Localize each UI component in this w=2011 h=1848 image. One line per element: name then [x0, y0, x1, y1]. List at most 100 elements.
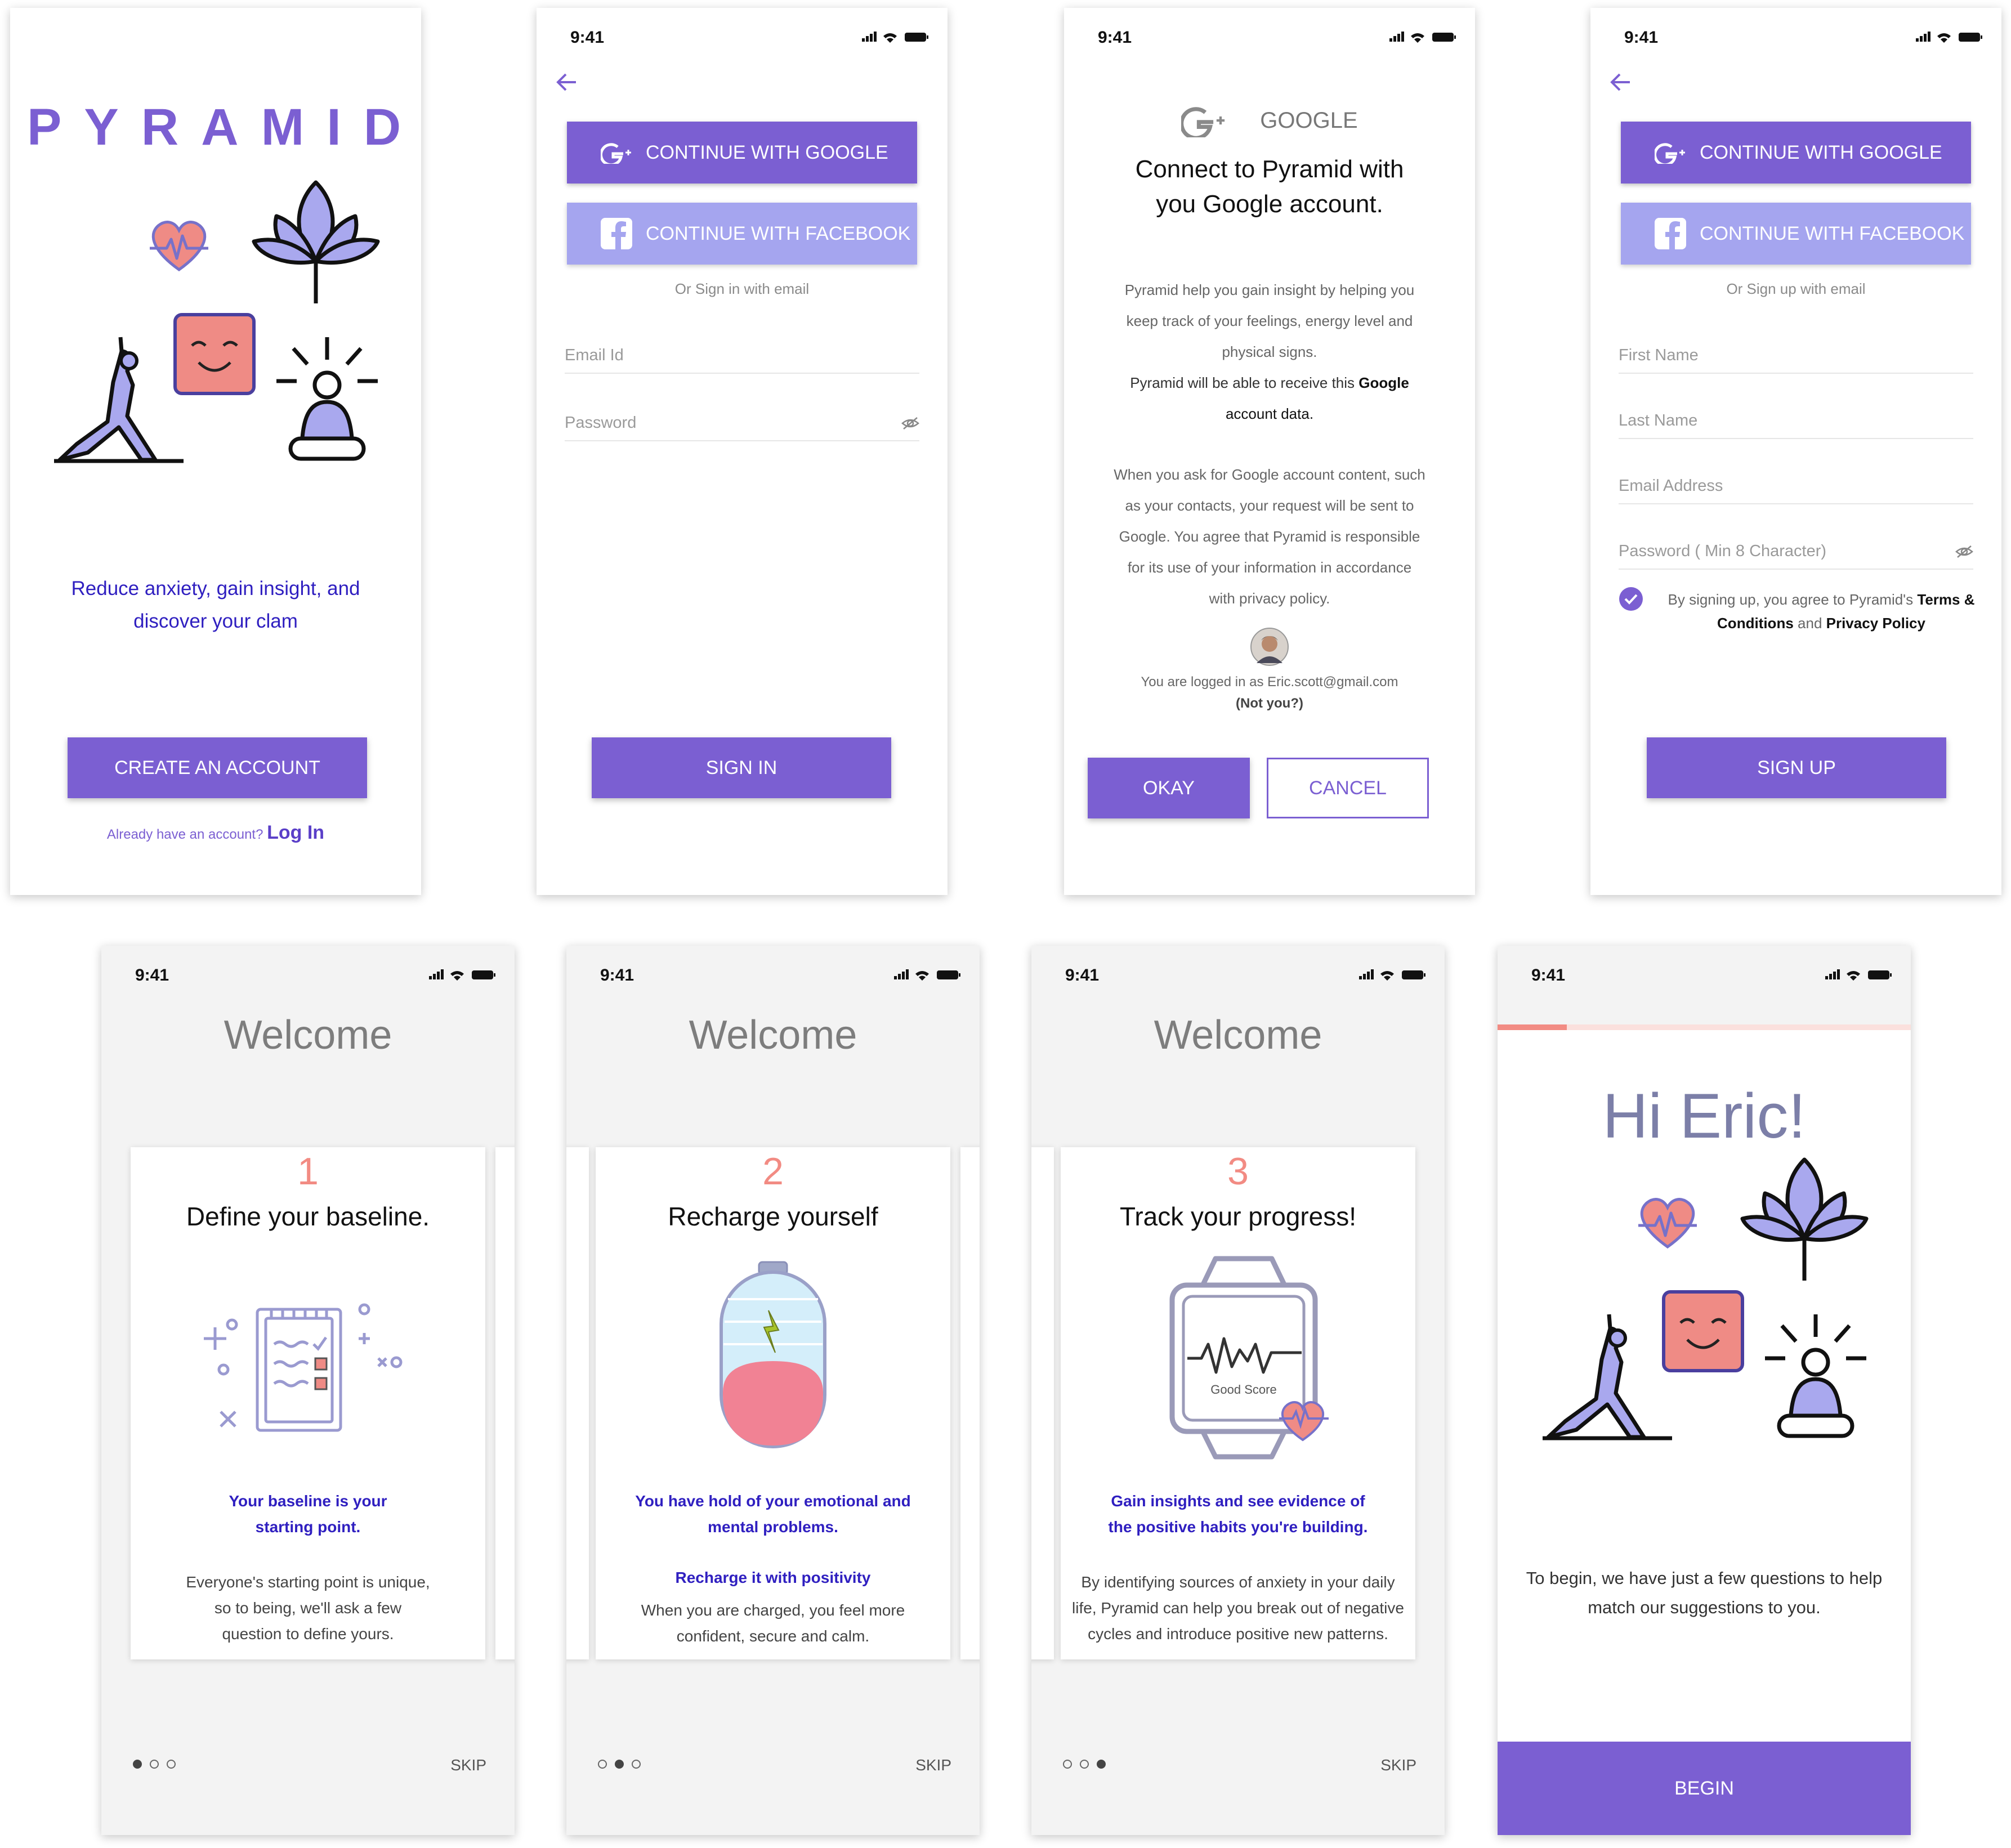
- tagline-line-1: Reduce anxiety, gain insight, and: [71, 578, 360, 599]
- page-dot[interactable]: [615, 1760, 624, 1769]
- onboard-screen: PYRAMID Reduce anxiety, gain insight, an…: [10, 8, 421, 895]
- status-time: 9:41: [1065, 966, 1100, 985]
- consent-p1-text: Pyramid will be able to receive this: [1130, 374, 1359, 391]
- terms-link[interactable]: Terms &: [1917, 591, 1974, 608]
- card-body: Everyone's starting point is unique, so …: [131, 1569, 485, 1647]
- card-highlight: Gain insights and see evidence of the po…: [1061, 1488, 1415, 1540]
- status-icons: [862, 32, 928, 43]
- card-title: Recharge yourself: [668, 1202, 878, 1231]
- body-line: question to define yours.: [222, 1625, 394, 1643]
- highlight-line: You have hold of your emotional and: [635, 1492, 911, 1510]
- page-dot[interactable]: [1080, 1760, 1089, 1769]
- or-signin-text: Or Sign in with email: [674, 280, 810, 297]
- consent-title-2: you Google account.: [1156, 190, 1383, 218]
- conditions-link[interactable]: Conditions: [1717, 615, 1794, 632]
- page-dot[interactable]: [632, 1760, 641, 1769]
- welcome-heading: Welcome: [1154, 1013, 1322, 1058]
- status-time: 9:41: [1531, 966, 1566, 985]
- onboarding-card-2: 2 Recharge yourself You have hold of you…: [596, 1147, 950, 1659]
- privacy-policy-link[interactable]: Privacy Policy: [1826, 615, 1925, 632]
- last-name-placeholder: Last Name: [1619, 411, 1698, 429]
- signin-button[interactable]: SIGN IN: [592, 737, 891, 798]
- body-line: life, Pyramid can help you break out of …: [1072, 1599, 1404, 1617]
- continue-google-button[interactable]: CONTINUE WITH GOOGLE: [1621, 122, 1971, 184]
- consent-p2-line: When you ask for Google account content,…: [1114, 466, 1425, 483]
- google-consent-screen: 9:41 GOOGLE Connect to Pyramid with you …: [1064, 8, 1475, 895]
- card-number: 1: [297, 1150, 319, 1193]
- body-line: Everyone's starting point is unique,: [186, 1573, 430, 1591]
- eye-off-icon[interactable]: [901, 417, 919, 430]
- status-bar: 9:41: [1031, 946, 1445, 991]
- smartwatch-icon: Good Score: [1169, 1256, 1329, 1460]
- create-account-button[interactable]: CREATE AN ACCOUNT: [68, 737, 367, 798]
- status-bar: 9:41: [537, 8, 948, 53]
- consent-p1-bold: Google: [1358, 374, 1409, 391]
- back-arrow-icon[interactable]: [553, 71, 580, 93]
- progress-track: [1498, 1024, 1911, 1030]
- status-bar: 9:41: [1064, 8, 1475, 53]
- first-name-field[interactable]: First Name: [1619, 334, 1973, 374]
- google-brand: GOOGLE: [1064, 104, 1475, 137]
- eye-off-icon[interactable]: [1955, 545, 1973, 558]
- terms-and: and: [1793, 615, 1826, 632]
- facebook-icon: [601, 218, 632, 249]
- page-dot[interactable]: [1063, 1760, 1072, 1769]
- status-time: 9:41: [600, 966, 634, 985]
- last-name-field[interactable]: Last Name: [1619, 400, 1973, 439]
- card-title: Track your progress!: [1119, 1202, 1357, 1231]
- continue-google-label: CONTINUE WITH GOOGLE: [646, 141, 888, 163]
- password-field[interactable]: Password ( Min 8 Character): [1619, 530, 1973, 570]
- card-highlight: Your baseline is your starting point.: [131, 1488, 485, 1540]
- page-dot[interactable]: [167, 1760, 176, 1769]
- continue-facebook-button[interactable]: CONTINUE WITH FACEBOOK: [1621, 203, 1971, 265]
- watch-label: Good Score: [1210, 1382, 1276, 1397]
- body-line: By identifying sources of anxiety in you…: [1081, 1573, 1395, 1591]
- begin-button[interactable]: BEGIN: [1498, 1742, 1911, 1835]
- email-placeholder: Email Address: [1619, 477, 1723, 495]
- email-placeholder: Email Id: [565, 346, 624, 364]
- page-dot[interactable]: [150, 1760, 159, 1769]
- body-line: so to being, we'll ask a few: [214, 1599, 402, 1617]
- greeting-screen: 9:41 Hi Eric! To begin, we have just a f…: [1498, 946, 1911, 1835]
- page-indicator: [133, 1760, 176, 1769]
- email-field[interactable]: Email Id: [565, 334, 919, 374]
- status-time: 9:41: [1098, 28, 1132, 47]
- app-logo: PYRAMID: [27, 99, 421, 156]
- terms-text: By signing up, you agree to Pyramid's Te…: [1652, 588, 1990, 635]
- email-field[interactable]: Email Address: [1619, 465, 1973, 504]
- page-dot[interactable]: [598, 1760, 607, 1769]
- cancel-button[interactable]: CANCEL: [1267, 758, 1429, 818]
- intro-line: match our suggestions to you.: [1588, 1598, 1821, 1617]
- okay-button[interactable]: OKAY: [1088, 758, 1250, 818]
- consent-p2-line: Google. You agree that Pyramid is respon…: [1119, 528, 1420, 545]
- google-icon: [601, 141, 632, 164]
- skip-button[interactable]: SKIP: [450, 1756, 486, 1774]
- login-link[interactable]: Log In: [267, 822, 324, 843]
- login-prompt: Already have an account? Log In: [10, 822, 421, 844]
- status-icons: [1916, 32, 1982, 43]
- not-you-link[interactable]: (Not you?): [1064, 696, 1475, 712]
- peek-card-left: [566, 1147, 589, 1659]
- checkbox-checked-icon[interactable]: [1619, 587, 1643, 611]
- consent-paragraph-2: When you ask for Google account content,…: [1064, 459, 1475, 614]
- continue-facebook-button[interactable]: CONTINUE WITH FACEBOOK: [567, 203, 917, 265]
- welcome-heading: Welcome: [689, 1013, 857, 1058]
- status-icons: [1359, 969, 1425, 981]
- skip-button[interactable]: SKIP: [1380, 1756, 1416, 1774]
- progress-fill: [1498, 1024, 1567, 1030]
- skip-button[interactable]: SKIP: [915, 1756, 951, 1774]
- highlight-line: starting point.: [255, 1518, 361, 1536]
- highlight-line: Gain insights and see evidence of: [1111, 1492, 1365, 1510]
- status-icons: [1825, 969, 1892, 981]
- logged-in-text: You are logged in as Eric.scott@gmail.co…: [1141, 674, 1398, 690]
- continue-google-button[interactable]: CONTINUE WITH GOOGLE: [567, 122, 917, 184]
- password-field[interactable]: Password: [565, 402, 919, 441]
- battery-icon: [720, 1261, 826, 1448]
- terms-prefix: By signing up, you agree to Pyramid's: [1668, 591, 1918, 608]
- signup-button[interactable]: SIGN UP: [1647, 737, 1946, 798]
- page-dot[interactable]: [1097, 1760, 1106, 1769]
- back-arrow-icon[interactable]: [1607, 71, 1634, 93]
- consent-p1-line: keep track of your feelings, energy leve…: [1126, 312, 1413, 329]
- page-dot[interactable]: [133, 1760, 142, 1769]
- page-indicator: [1063, 1760, 1106, 1769]
